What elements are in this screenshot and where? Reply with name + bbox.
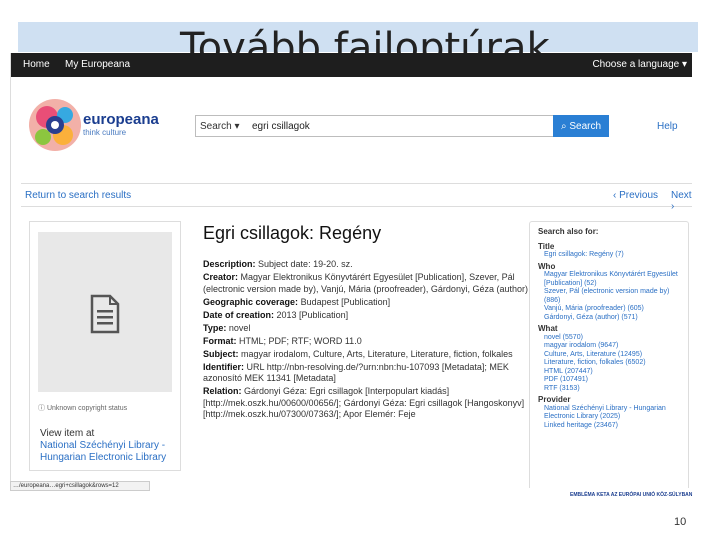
sidebar-link[interactable]: Szever, Pál (electronic version made by)… <box>538 288 680 305</box>
brand: europeana think culture <box>83 111 159 137</box>
funding-note: EMBLÉMA KETA AZ EURÓPAI UNIÓ KÖZ-SÚLYBAN <box>570 492 693 498</box>
record-title: Egri csillagok: Regény <box>203 223 382 243</box>
item-thumbnail[interactable] <box>38 232 172 392</box>
field-label: Description: <box>203 259 256 269</box>
field-label: Creator: <box>203 272 239 282</box>
document-icon <box>90 294 120 334</box>
field-value: Subject date: 19-20. sz. <box>258 259 353 269</box>
rights-status[interactable]: ⓘ Unknown copyright status <box>38 403 127 413</box>
nav-home-link[interactable]: Home <box>23 59 50 70</box>
field-label: Type: <box>203 322 227 333</box>
page-number: 10 <box>674 516 687 528</box>
sidebar-link[interactable]: Culture, Arts, Literature (12495) <box>538 351 680 360</box>
sidebar-link[interactable]: Egri csillagok: Regény (7) <box>538 251 680 260</box>
sidebar-groups: Title Egri csillagok: Regény (7) Who Magyar… <box>538 241 680 431</box>
rights-text: Unknown copyright status <box>46 405 128 412</box>
europeana-logo-icon <box>29 99 81 151</box>
record-field: Date of creation: 2013 [Publication] <box>203 310 528 322</box>
search-input[interactable] <box>252 118 552 134</box>
previous-link[interactable]: ‹ Previous <box>613 190 658 201</box>
sidebar-link[interactable]: PDF (107491) <box>538 376 680 385</box>
sidebar-link[interactable]: RTF (3153) <box>538 385 680 394</box>
search-bar: Search ▾ ⌕ Search <box>195 115 609 137</box>
record-field: Creator: Magyar Elektronikus Könyvtárért… <box>203 272 528 295</box>
sidebar-link[interactable]: Magyar Elektronikus Könyvtárért Egyesüle… <box>538 271 680 288</box>
record-field: Subject: magyar irodalom, Culture, Arts,… <box>203 349 528 361</box>
europeana-screenshot: Home My Europeana Choose a language ▾ eu… <box>10 53 692 488</box>
record-field: Description: Subject date: 19-20. sz. <box>203 259 528 271</box>
record-field: Type: novel <box>203 323 528 335</box>
search-button-label: Search <box>569 120 602 132</box>
view-item-at: View item at National Széchényi Library … <box>40 428 180 464</box>
nav-my-europeana-link[interactable]: My Europeana <box>65 59 130 70</box>
field-value: magyar irodalom, Culture, Arts, Literatu… <box>241 348 513 359</box>
record-fields: Description: Subject date: 19-20. sz. Cre… <box>203 259 528 422</box>
field-value: Magyar Elektronikus Könyvtárért Egyesüle… <box>203 272 528 294</box>
next-link[interactable]: Next › <box>671 190 692 212</box>
sidebar-group-label: Who <box>538 261 556 271</box>
sidebar-link[interactable]: novel (5570) <box>538 334 680 343</box>
record-field: Relation: Gárdonyi Géza: Egri csillagok … <box>203 386 528 421</box>
results-navigation: Return to search results ‹ Previous Next… <box>21 183 692 212</box>
field-label: Relation: <box>203 386 242 396</box>
search-button[interactable]: ⌕ Search <box>553 115 609 137</box>
sidebar-heading: Search also for: <box>538 227 599 236</box>
view-item-prefix: View item at <box>40 428 95 439</box>
field-label: Identifier: <box>203 361 245 372</box>
thumbnail-panel: ⓘ Unknown copyright status View item at … <box>29 221 181 471</box>
sidebar-link[interactable]: HTML (207447) <box>538 368 680 377</box>
return-to-results-link[interactable]: Return to search results <box>25 190 131 201</box>
record-field: Geographic coverage: Budapest [Publicati… <box>203 297 528 309</box>
presentation-slide: Tovább failoptúrak Home My Europeana Cho… <box>0 0 720 540</box>
search-also-sidebar: Search also for: Title Egri csillagok: Re… <box>529 221 689 488</box>
search-type-dropdown[interactable]: Search ▾ <box>200 121 239 132</box>
field-value: novel <box>228 322 251 333</box>
field-label: Subject: <box>203 348 239 359</box>
brand-name: europeana <box>83 111 159 128</box>
field-label: Format: <box>203 335 237 346</box>
field-value: HTML; PDF; RTF; WORD 11.0 <box>239 335 362 346</box>
sidebar-link[interactable]: magyar irodalom (9647) <box>538 342 680 351</box>
sidebar-group-label: Title <box>538 241 555 251</box>
help-link[interactable]: Help <box>657 121 678 132</box>
sidebar-group-label: Provider <box>538 395 571 404</box>
field-value: Gárdonyi Géza: Egri csillagok [Interpopu… <box>203 386 525 419</box>
sidebar-link[interactable]: Vanjú, Mária (proofreader) (605) <box>538 305 680 314</box>
status-bar-url: …/europeana…egri+csillagok&rows=12 <box>10 481 150 491</box>
record-field: Identifier: URL http://nbn-resolving.de/… <box>203 362 528 385</box>
top-nav-bar: Home My Europeana Choose a language ▾ <box>11 53 692 77</box>
sidebar-link[interactable]: Gárdonyi, Géza (author) (571) <box>538 314 680 323</box>
search-icon: ⌕ <box>560 120 567 132</box>
field-label: Date of creation: <box>203 309 275 320</box>
field-label: Geographic coverage: <box>203 296 299 307</box>
field-value: Budapest [Publication] <box>300 296 391 307</box>
provider-link[interactable]: National Széchényi Library - Hungarian E… <box>40 440 166 463</box>
sidebar-link[interactable]: Linked heritage (23467) <box>538 422 680 431</box>
sidebar-link[interactable]: Literature, fiction, folkales (6502) <box>538 359 680 368</box>
sidebar-group-label: What <box>538 324 558 333</box>
field-value: 2013 [Publication] <box>276 309 349 320</box>
brand-tagline: think culture <box>83 128 127 137</box>
language-selector[interactable]: Choose a language ▾ <box>592 59 687 70</box>
info-icon: ⓘ <box>38 405 45 412</box>
sidebar-link[interactable]: National Széchényi Library - Hungarian E… <box>538 405 680 422</box>
field-value: URL http://nbn-resolving.de/?urn:nbn:hu-… <box>203 361 509 384</box>
record-field: Format: HTML; PDF; RTF; WORD 11.0 <box>203 336 528 348</box>
